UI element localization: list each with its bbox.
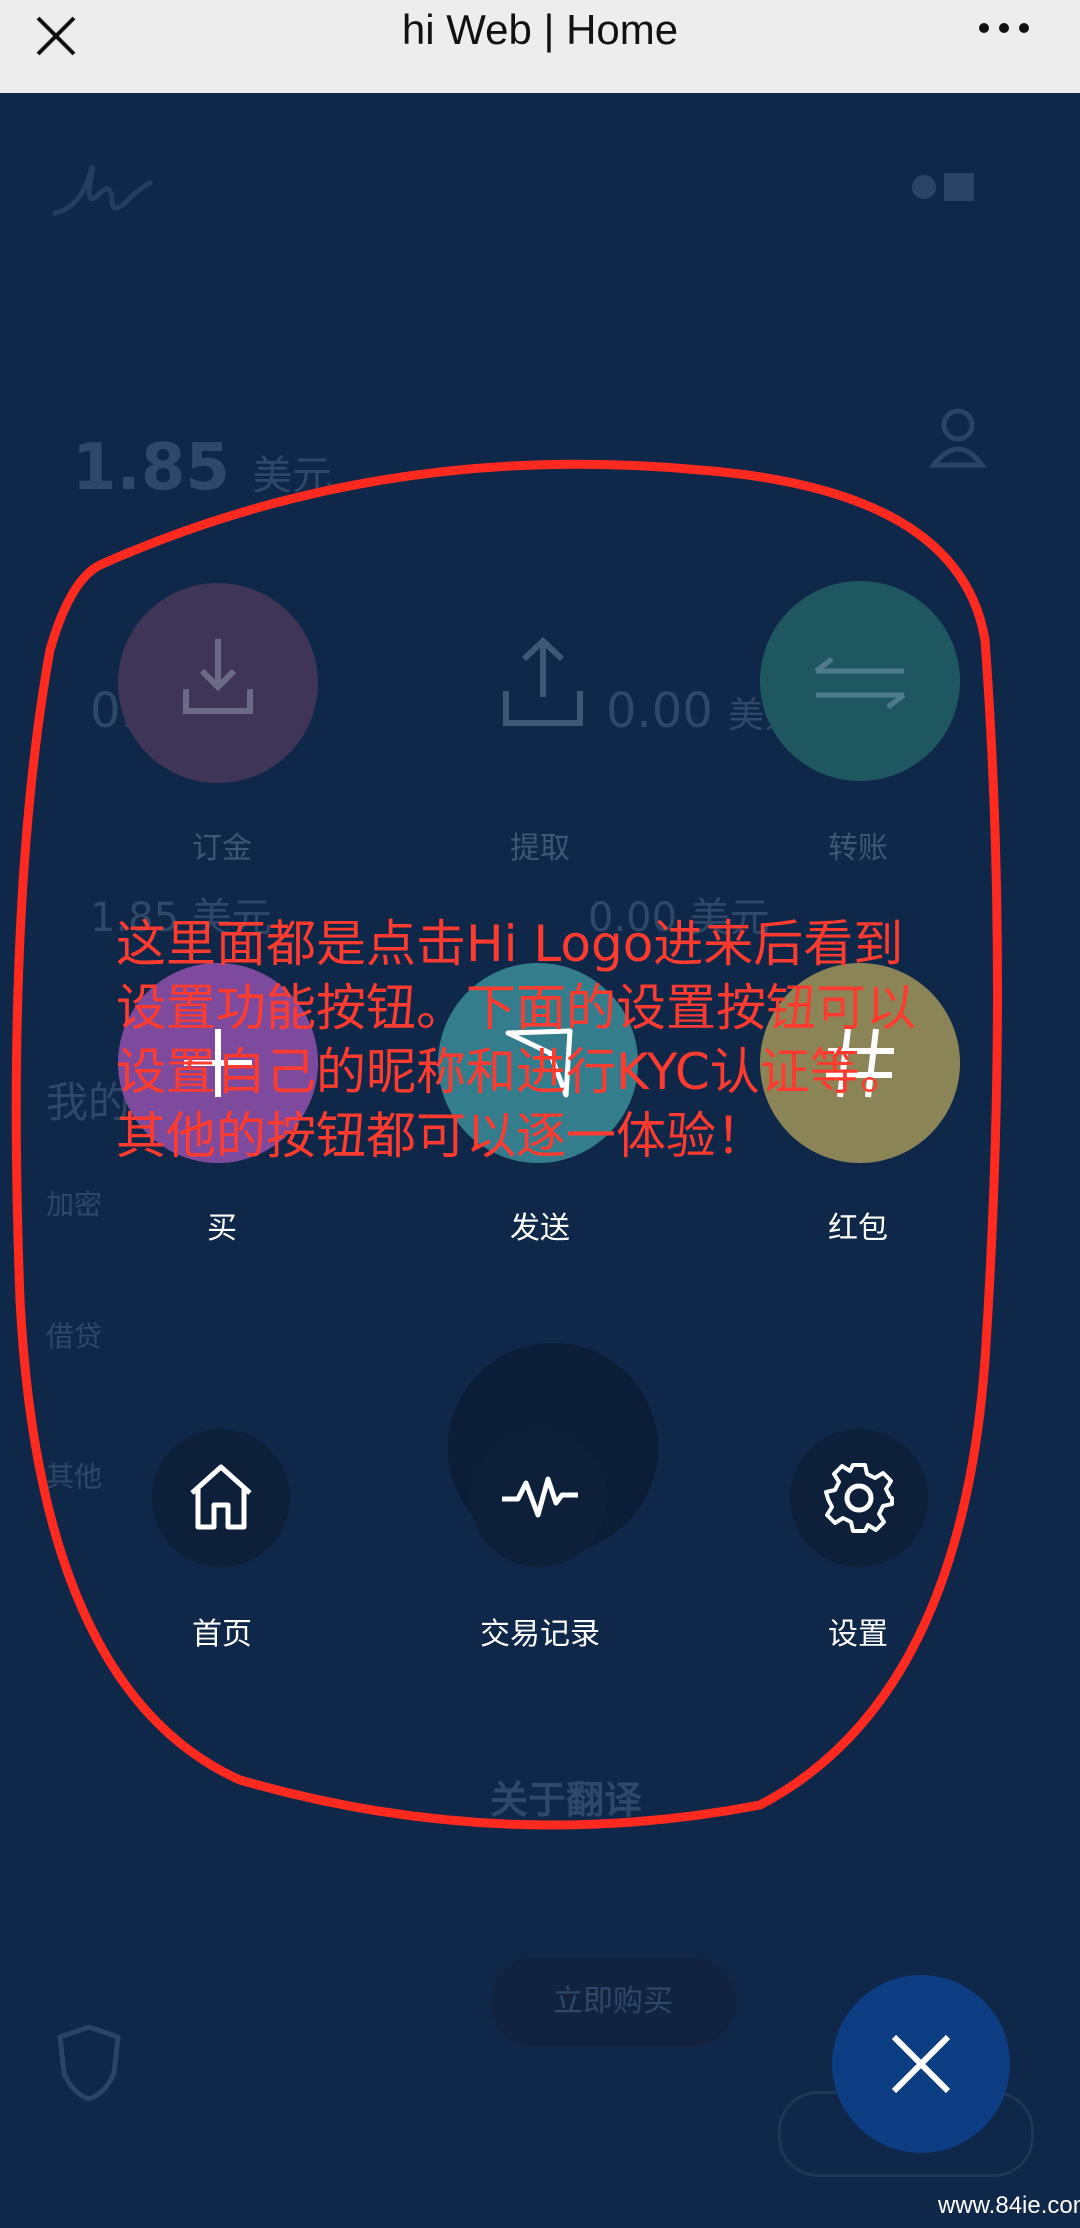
activity-icon xyxy=(502,1476,578,1518)
transfer-icon xyxy=(814,657,906,709)
buy-now-button[interactable]: 立即购买 xyxy=(490,1957,736,2047)
close-icon xyxy=(891,2034,951,2094)
annotation-text: 这里面都是点击Hi Logo进来后看到设置功能按钮。下面的设置按钮可以设置自己的… xyxy=(116,915,916,1165)
settings-label: 设置 xyxy=(828,1617,888,1652)
transactions-label: 交易记录 xyxy=(480,1617,600,1652)
transfer-button[interactable] xyxy=(760,581,960,781)
home-button[interactable] xyxy=(152,1429,290,1567)
section-title: 关于翻译 xyxy=(490,1778,643,1822)
transfer-label: 转账 xyxy=(828,831,888,866)
send-label: 发送 xyxy=(510,1211,570,1246)
balance-unit: 美元 xyxy=(252,453,333,499)
language-icon[interactable] xyxy=(908,165,980,209)
watermark: www.84ie.com xyxy=(938,2192,1080,2219)
hi-logo-icon[interactable] xyxy=(50,153,180,233)
red-packet-label: 红包 xyxy=(828,1211,888,1246)
browser-top-bar: hi Web | Home xyxy=(0,0,1080,93)
home-label: 首页 xyxy=(192,1617,252,1652)
side-label-2: 加密 xyxy=(46,1188,103,1221)
profile-icon[interactable] xyxy=(928,403,998,473)
home-icon xyxy=(190,1464,252,1530)
deposit-button[interactable] xyxy=(118,583,318,783)
buy-now-label: 立即购买 xyxy=(553,1984,673,2019)
transactions-button[interactable] xyxy=(470,1429,608,1567)
buy-label: 买 xyxy=(207,1211,237,1246)
shield-icon xyxy=(57,2024,121,2102)
balance-value: 1.85 xyxy=(72,431,230,505)
withdraw-label: 提取 xyxy=(510,831,570,866)
balance-amount: 1.85 美元 xyxy=(72,431,332,505)
deposit-label: 订金 xyxy=(192,831,252,866)
gear-icon xyxy=(824,1463,894,1533)
amount-right-value: 0.00 xyxy=(606,683,713,739)
upload-icon[interactable] xyxy=(498,633,588,733)
more-options-icon[interactable] xyxy=(976,12,1032,44)
settings-button[interactable] xyxy=(790,1429,928,1567)
page-title: hi Web | Home xyxy=(401,6,679,53)
download-icon xyxy=(183,639,253,714)
side-label-3: 借贷 xyxy=(46,1320,103,1353)
close-menu-button[interactable] xyxy=(832,1975,1010,2153)
side-label-4: 其他 xyxy=(46,1460,103,1493)
